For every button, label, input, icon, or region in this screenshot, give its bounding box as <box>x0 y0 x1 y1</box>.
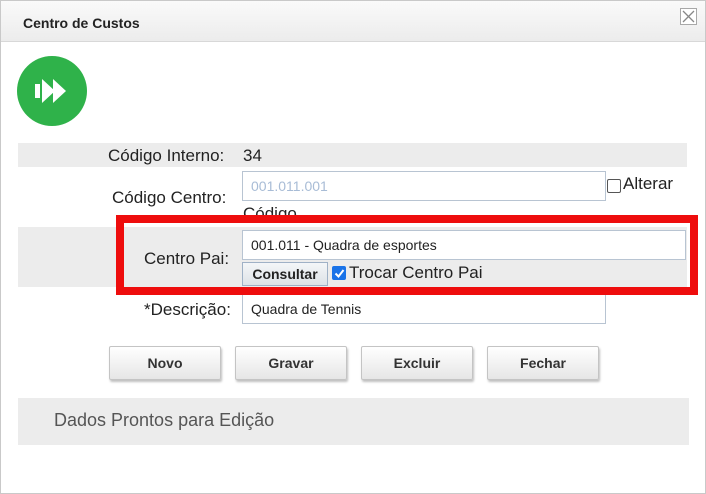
fechar-button[interactable]: Fechar <box>487 346 599 380</box>
codigo-centro-field[interactable] <box>242 171 606 201</box>
codigo-interno-value: 34 <box>243 146 262 165</box>
close-icon[interactable] <box>680 8 697 25</box>
status-bar: Dados Prontos para Edição <box>18 398 689 445</box>
descricao-field[interactable] <box>242 294 606 324</box>
alterar-label: Alterar <box>623 174 674 193</box>
fast-forward-icon <box>17 56 87 126</box>
codigo-interno-label: Código Interno: <box>108 146 225 165</box>
descricao-label: *Descrição: <box>144 300 231 319</box>
codigo-centro-label: Código Centro: <box>112 188 227 207</box>
highlight-box <box>116 215 698 295</box>
dialog-title: Centro de Custos <box>23 15 140 31</box>
gravar-button[interactable]: Gravar <box>235 346 347 380</box>
dialog-titlebar: Centro de Custos <box>1 1 705 42</box>
novo-button[interactable]: Novo <box>109 346 221 380</box>
excluir-button[interactable]: Excluir <box>361 346 473 380</box>
alterar-codigo-checkbox[interactable] <box>607 179 621 193</box>
